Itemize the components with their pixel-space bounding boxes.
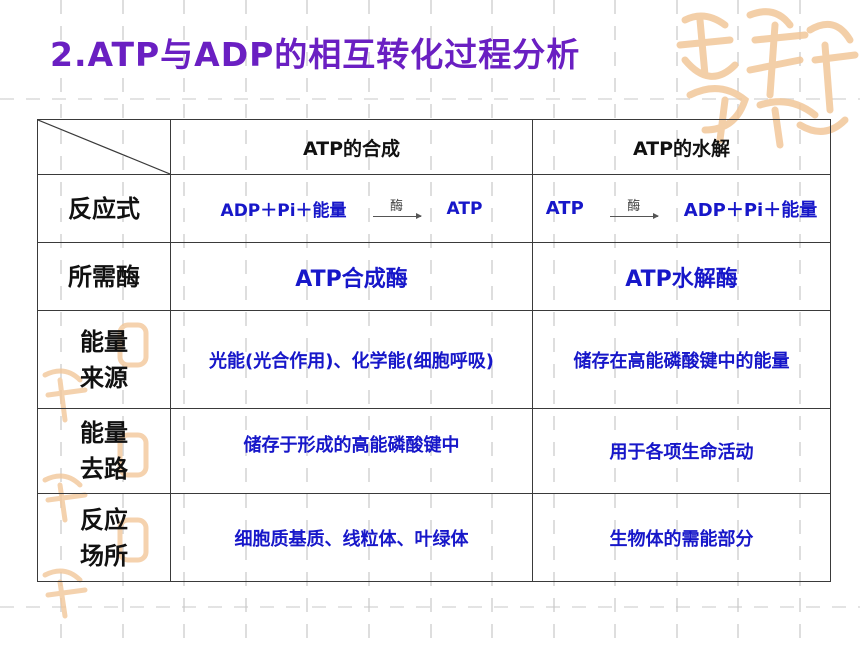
table-row: 所需酶 ATP合成酶 ATP水解酶 xyxy=(37,242,831,311)
synthesis-reaction-site: 细胞质基质、线粒体、叶绿体 xyxy=(170,493,533,582)
row-label-reaction: 反应式 xyxy=(37,174,171,243)
hydrolysis-enzyme: ATP水解酶 xyxy=(532,242,831,311)
table-row: 能量 来源 光能(光合作用)、化学能(细胞呼吸) 储存在高能磷酸键中的能量 xyxy=(37,310,831,409)
row-label-reaction-site: 反应 场所 xyxy=(37,493,171,582)
row-label-enzyme: 所需酶 xyxy=(37,242,171,311)
hydrolysis-products: ADP＋Pi＋能量 xyxy=(683,199,818,221)
table-header-row: ATP的合成 ATP的水解 xyxy=(37,119,831,175)
row-label-line: 来源 xyxy=(80,363,128,392)
corner-cell xyxy=(37,119,171,175)
synthesis-reactants: ADP＋Pi＋能量 xyxy=(220,201,347,221)
row-label-line: 能量 xyxy=(80,419,128,447)
table-row: 反应 场所 细胞质基质、线粒体、叶绿体 生物体的需能部分 xyxy=(37,493,831,582)
table-row: 能量 去路 储存于形成的高能磷酸键中 用于各项生命活动 xyxy=(37,408,831,494)
row-label-line: 能量 xyxy=(80,327,128,356)
row-label-energy-source: 能量 来源 xyxy=(37,310,171,409)
header-hydrolysis: ATP的水解 xyxy=(532,119,831,175)
hydrolysis-reactant: ATP xyxy=(545,198,584,219)
synthesis-product: ATP xyxy=(446,198,483,219)
enzyme-label: 酶 xyxy=(390,199,404,214)
row-label-line: 反应 xyxy=(80,505,128,534)
synthesis-energy-destination: 储存于形成的高能磷酸键中 xyxy=(170,408,533,494)
row-label-line: 去路 xyxy=(80,455,128,483)
table-row: 反应式 ADP＋Pi＋能量 酶 ATP ATP 酶 ADP＋Pi＋能量 xyxy=(37,174,831,243)
synthesis-reaction: ADP＋Pi＋能量 酶 ATP xyxy=(170,174,533,243)
reaction-arrow-icon: 酶 xyxy=(371,199,423,219)
atp-adp-comparison-table: ATP的合成 ATP的水解 反应式 ADP＋Pi＋能量 酶 ATP ATP 酶 xyxy=(37,119,831,582)
synthesis-enzyme: ATP合成酶 xyxy=(170,242,533,311)
header-synthesis: ATP的合成 xyxy=(170,119,533,175)
row-label-energy-destination: 能量 去路 xyxy=(37,408,171,494)
row-label-line: 场所 xyxy=(80,541,128,570)
enzyme-label: 酶 xyxy=(627,199,641,214)
hydrolysis-energy-source: 储存在高能磷酸键中的能量 xyxy=(532,310,831,409)
page-title: 2.ATP与ADP的相互转化过程分析 xyxy=(50,35,581,74)
reaction-arrow-icon: 酶 xyxy=(608,199,660,219)
hydrolysis-reaction: ATP 酶 ADP＋Pi＋能量 xyxy=(532,174,831,243)
hydrolysis-energy-destination: 用于各项生命活动 xyxy=(532,408,831,494)
synthesis-energy-source: 光能(光合作用)、化学能(细胞呼吸) xyxy=(170,310,533,409)
hydrolysis-reaction-site: 生物体的需能部分 xyxy=(532,493,831,582)
